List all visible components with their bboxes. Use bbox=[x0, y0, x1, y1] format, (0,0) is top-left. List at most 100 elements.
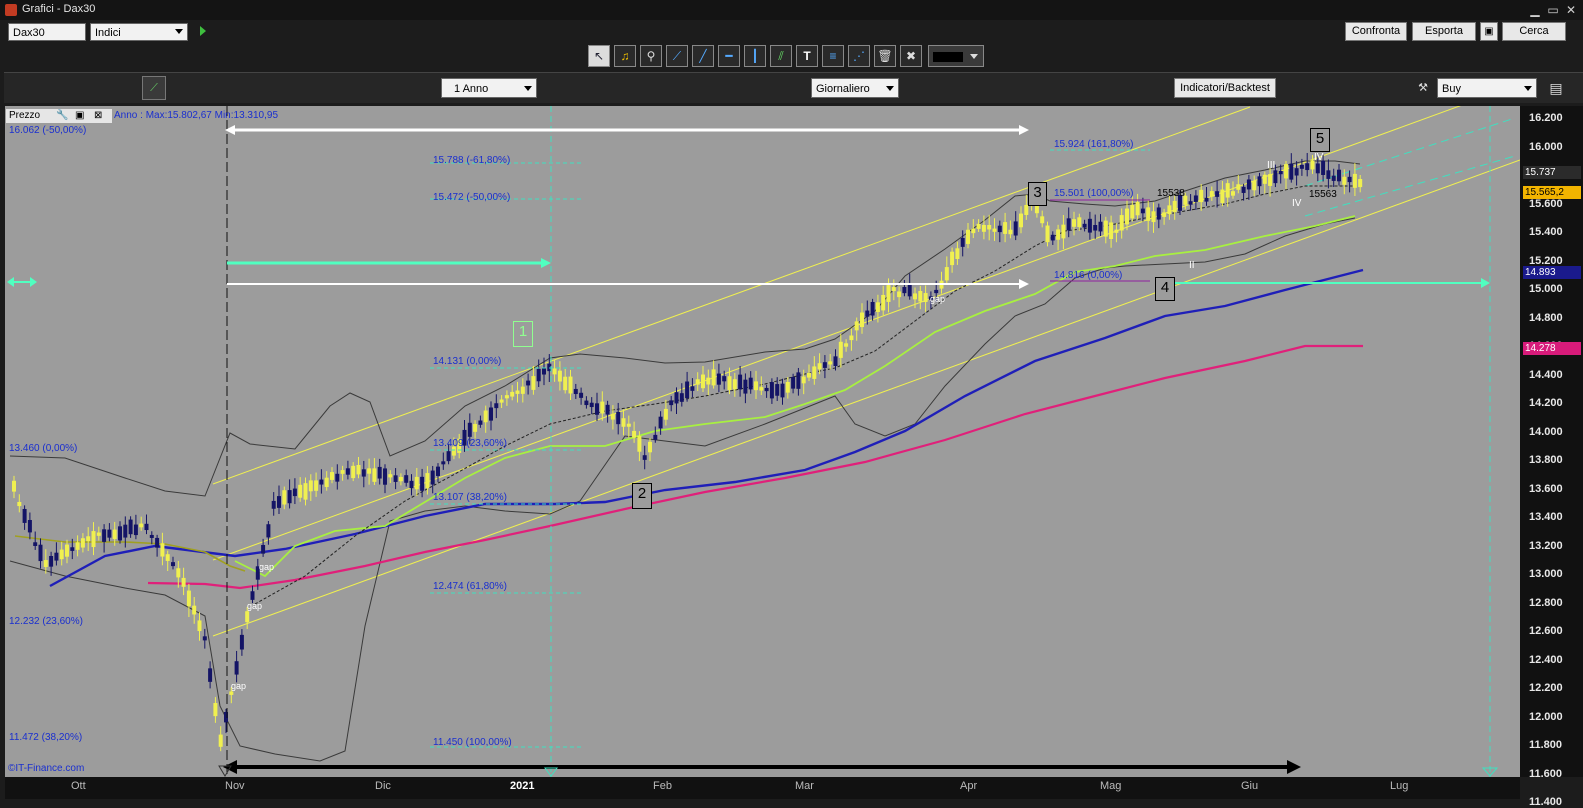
candle-body bbox=[1337, 169, 1341, 182]
maximize-icon[interactable]: ▭ bbox=[1545, 2, 1561, 18]
indicators-button[interactable]: Indicatori/Backtest bbox=[1174, 78, 1276, 98]
candle-body bbox=[245, 611, 250, 623]
candle-body bbox=[1087, 218, 1092, 233]
candle-body bbox=[685, 381, 690, 399]
fib-label: 13.409 (23,60%) bbox=[433, 438, 507, 449]
candle-body bbox=[764, 387, 769, 392]
candle-body bbox=[796, 372, 801, 389]
candle-body bbox=[642, 455, 647, 460]
candle-body bbox=[213, 703, 218, 717]
color-picker[interactable] bbox=[928, 45, 984, 67]
candle-body bbox=[870, 301, 875, 316]
chart-style-icon[interactable]: ⟋ bbox=[142, 76, 166, 100]
candle-body bbox=[632, 430, 637, 438]
vline-icon[interactable]: ┃ bbox=[744, 45, 766, 67]
y-tick-label: 15.600 bbox=[1529, 197, 1563, 210]
candle-body bbox=[128, 519, 133, 535]
symbol-input[interactable]: Dax30 bbox=[8, 23, 86, 41]
candle-body bbox=[913, 293, 917, 300]
candle-body bbox=[1342, 176, 1347, 185]
candle-body bbox=[854, 321, 859, 331]
candle-body bbox=[12, 480, 16, 492]
settings-icon[interactable]: ✖ bbox=[900, 45, 922, 67]
candle-body bbox=[1273, 170, 1278, 184]
trendline-icon[interactable]: ╱ bbox=[692, 45, 714, 67]
close-icon[interactable]: ✕ bbox=[1563, 2, 1579, 18]
candle-body bbox=[54, 552, 59, 561]
candle-body bbox=[849, 335, 854, 341]
play-icon[interactable] bbox=[200, 26, 206, 36]
candle-body bbox=[807, 372, 811, 378]
candle-body bbox=[1241, 186, 1246, 193]
candle-body bbox=[473, 424, 478, 432]
candle-body bbox=[732, 379, 737, 390]
search-button[interactable]: Cerca bbox=[1502, 22, 1566, 41]
layout-icon[interactable]: ▤ bbox=[1545, 76, 1567, 100]
period-select[interactable]: 1 Anno bbox=[441, 78, 537, 98]
candle-body bbox=[563, 376, 568, 391]
candle-body bbox=[626, 423, 631, 427]
zoom-icon[interactable]: ⚲ bbox=[640, 45, 662, 67]
candle-body bbox=[944, 267, 949, 281]
fibonacci-icon[interactable]: ≡ bbox=[822, 45, 844, 67]
export-button[interactable]: Esporta bbox=[1412, 22, 1476, 41]
chevron-down-icon bbox=[886, 86, 894, 91]
compare-button[interactable]: Confronta bbox=[1345, 22, 1407, 41]
fib-label: 15.924 (161,80%) bbox=[1054, 139, 1134, 150]
candle-body bbox=[478, 420, 483, 425]
candle-body bbox=[361, 469, 366, 477]
candle-body bbox=[616, 411, 621, 425]
price-axis[interactable]: 16.20016.00015.80015.60015.40015.20015.0… bbox=[1520, 106, 1583, 808]
candle-body bbox=[934, 289, 939, 294]
market-select[interactable]: Indici bbox=[90, 23, 188, 41]
time-axis[interactable]: Ott Nov Dic 2021 Feb Mar Apr Mag Giu Lug bbox=[5, 777, 1520, 799]
interval-select[interactable]: Giornaliero bbox=[811, 78, 899, 98]
channel-icon[interactable]: ⫽ bbox=[770, 45, 792, 67]
candle-body bbox=[1188, 201, 1193, 205]
candle-body bbox=[1347, 176, 1352, 183]
candle-body bbox=[303, 483, 308, 500]
candle-body bbox=[1040, 216, 1045, 224]
chevron-down-icon bbox=[970, 54, 978, 59]
candle-body bbox=[414, 476, 419, 490]
wrench-icon[interactable]: 🔧 bbox=[56, 109, 68, 123]
price-chart[interactable]: Prezzo 🔧 ▣ ⊠ Anno : Max:15.802,67 Min:13… bbox=[5, 106, 1520, 777]
range-info: Anno : Max:15.802,67 Min:13.310,95 bbox=[114, 110, 279, 121]
minimize-icon[interactable]: ▁ bbox=[1527, 2, 1543, 18]
candle-body bbox=[711, 369, 716, 386]
hline-icon[interactable]: ━ bbox=[718, 45, 740, 67]
candle-body bbox=[118, 526, 122, 541]
save-icon[interactable]: ▣ bbox=[1480, 22, 1498, 41]
small-wave-label: II bbox=[1189, 260, 1195, 271]
price-legend[interactable]: Prezzo 🔧 ▣ ⊠ bbox=[6, 109, 112, 123]
candle-body bbox=[716, 373, 721, 385]
window-icon[interactable]: ▣ bbox=[75, 109, 84, 123]
line-icon[interactable]: ⟋ bbox=[666, 45, 688, 67]
candle-body bbox=[1236, 184, 1241, 190]
y-tick-label: 11.400 bbox=[1529, 796, 1563, 808]
candle-body bbox=[743, 379, 748, 394]
gap-label: gap bbox=[231, 681, 247, 691]
candle-body bbox=[308, 480, 313, 492]
candle-body bbox=[70, 547, 75, 551]
candle-body bbox=[155, 537, 160, 548]
y-tick-label: 15.400 bbox=[1529, 226, 1563, 238]
text-icon[interactable]: T bbox=[796, 45, 818, 67]
order-type-select[interactable]: Buy bbox=[1437, 78, 1537, 98]
candle-body bbox=[377, 466, 382, 479]
period-select-value: 1 Anno bbox=[454, 83, 489, 95]
trash-icon[interactable]: 🗑 bbox=[874, 45, 896, 67]
candle-body bbox=[817, 363, 822, 370]
fan-icon[interactable]: ⋰ bbox=[848, 45, 870, 67]
candle-body bbox=[112, 529, 117, 539]
candle-body bbox=[335, 473, 340, 482]
candle-body bbox=[489, 407, 493, 421]
bell-icon[interactable]: ♫ bbox=[614, 45, 636, 67]
candle-body bbox=[160, 543, 165, 557]
hammer-icon[interactable]: ⚒ bbox=[1414, 78, 1432, 98]
candle-body bbox=[133, 524, 138, 536]
pointer-icon[interactable]: ↖ bbox=[588, 45, 610, 67]
candle-body bbox=[446, 451, 451, 462]
candle-body bbox=[706, 377, 711, 385]
close-icon[interactable]: ⊠ bbox=[94, 109, 102, 123]
